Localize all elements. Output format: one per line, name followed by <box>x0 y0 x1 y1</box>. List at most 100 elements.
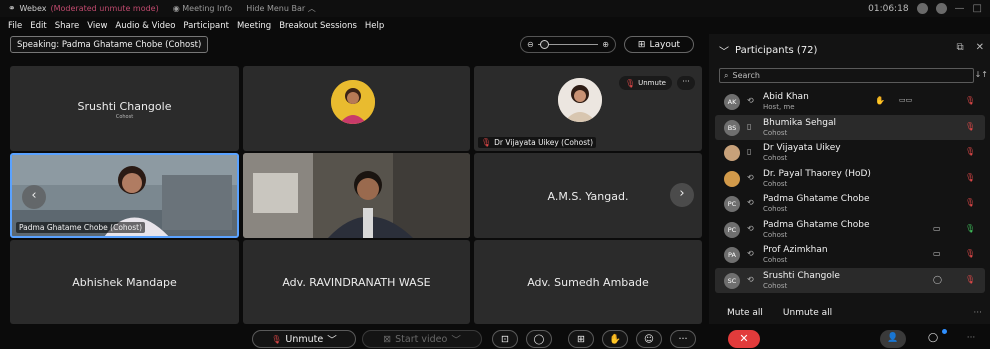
search-placeholder: Search <box>732 71 760 80</box>
video-tile-active-speaker[interactable]: ‹ Padma Ghatame Chobe (Cohost) <box>10 153 239 238</box>
participant-role: Cohost <box>763 281 788 290</box>
participant-role: Cohost <box>763 256 788 264</box>
maximize-button[interactable]: □ <box>973 3 982 14</box>
participant-name: Abid Khan <box>763 92 809 102</box>
minimize-button[interactable]: — <box>955 3 965 14</box>
video-tile[interactable]: Adv. Sumedh Ambade <box>474 240 702 324</box>
zoom-out-icon[interactable]: ⊖ <box>527 40 534 49</box>
prev-page-button[interactable]: ‹ <box>22 185 46 209</box>
participant-search-input[interactable]: ⌕ Search <box>719 68 974 83</box>
participants-button[interactable]: 👤 <box>880 330 906 348</box>
more-options-button[interactable]: ··· <box>677 76 695 90</box>
camera-icon: ▭ <box>933 223 941 233</box>
panel-header-icons: ⧉ ✕ <box>956 42 984 53</box>
participant-row[interactable]: AK ⟲ Abid Khan Host, me ✋ ▭▭ 🎙 <box>715 89 985 115</box>
video-tile[interactable]: Adv. RAVINDRANATH WASE <box>243 240 470 324</box>
participant-row[interactable]: ⟲ Dr. Payal Thaorey (HoD) Cohost 🎙 <box>715 166 985 192</box>
participant-role: Cohost <box>763 205 788 213</box>
avatar: PC <box>724 196 740 212</box>
participants-title: Participants (72) <box>735 45 818 56</box>
raise-hand-button[interactable]: ✋ <box>602 330 628 348</box>
avatar <box>724 145 740 161</box>
mic-muted-icon[interactable]: 🎙 <box>965 275 975 284</box>
start-video-label: Start video <box>395 333 448 345</box>
participants-panel: ﹀ Participants (72) ⧉ ✕ ⌕ Search ↓↑ AK ⟲… <box>709 34 990 324</box>
hide-menu-bar-button[interactable]: Hide Menu Bar ︿ <box>246 3 316 14</box>
video-tile[interactable] <box>243 153 470 238</box>
close-icon[interactable]: ✕ <box>976 42 984 53</box>
menu-edit[interactable]: Edit <box>30 21 46 31</box>
layout-label: Layout <box>649 39 681 50</box>
participant-name: Padma Ghatame Chobe <box>763 194 870 204</box>
menu-audio-video[interactable]: Audio & Video <box>115 21 175 31</box>
sync-icon: ⟲ <box>747 274 754 284</box>
participant-row[interactable]: PC ⟲ Padma Ghatame Chobe Cohost 🎙 <box>715 191 985 217</box>
video-tile[interactable] <box>243 66 470 151</box>
participant-row[interactable]: SC ⟲ Srushti Changole Cohost ◯ 🎙 <box>715 267 985 293</box>
mic-muted-icon[interactable]: 🎙 <box>965 198 975 207</box>
start-video-button[interactable]: ⊠ Start video ﹀ <box>362 330 482 348</box>
video-tile[interactable]: A.M.S. Yangad. › <box>474 153 702 238</box>
recording-status-icon[interactable] <box>916 3 928 14</box>
mic-muted-icon[interactable]: 🎙 <box>965 173 975 182</box>
mic-active-icon[interactable]: 🎙 <box>965 224 975 233</box>
participants-header[interactable]: ﹀ Participants (72) <box>719 43 817 58</box>
more-options-icon[interactable]: ··· <box>973 308 982 318</box>
menu-view[interactable]: View <box>87 21 107 31</box>
menu-participant[interactable]: Participant <box>183 21 229 31</box>
unmute-all-button[interactable]: Unmute all <box>783 308 832 318</box>
mic-muted-icon[interactable]: 🎙 <box>965 122 975 131</box>
title-bar-right: 01:06:18 — □ <box>868 0 982 17</box>
video-feed-icon <box>243 153 470 238</box>
unmute-request-badge[interactable]: 🎙 Unmute <box>618 76 672 90</box>
participant-avatar <box>558 78 602 122</box>
phone-icon: ▯ <box>747 121 752 131</box>
menu-file[interactable]: File <box>8 21 22 31</box>
mic-muted-icon[interactable]: 🎙 <box>965 96 975 105</box>
participant-name: A.M.S. Yangad. <box>547 189 629 203</box>
layout-button[interactable]: ⊞ Layout <box>624 36 694 53</box>
video-tile[interactable]: Srushti Changole Cohost <box>10 66 239 151</box>
more-panels-button[interactable]: ··· <box>958 330 984 348</box>
menu-meeting[interactable]: Meeting <box>237 21 271 31</box>
zoom-slider[interactable]: ⊖ ⊕ <box>520 36 616 53</box>
participant-row[interactable]: BS ▯ Bhumika Sehgal Cohost 🎙 <box>715 114 985 140</box>
participant-row[interactable]: PC ⟲ Padma Ghatame Chobe Cohost ▭ 🎙 <box>715 217 985 243</box>
participant-row[interactable]: ▯ Dr Vijayata Uikey Cohost 🎙 <box>715 140 985 166</box>
next-page-button[interactable]: › <box>670 183 694 207</box>
avatar: SC <box>724 272 740 289</box>
menu-share[interactable]: Share <box>55 21 80 31</box>
unmute-button[interactable]: 🎙 Unmute ﹀ <box>252 330 356 348</box>
video-tile[interactable]: 🎙 Unmute ··· 🎙 Dr Vijayata Uikey (Cohost… <box>474 66 702 151</box>
apps-button[interactable]: ⊞ <box>568 330 594 348</box>
participant-avatar <box>331 80 375 124</box>
meeting-info-button[interactable]: ◉ Meeting Info <box>173 4 232 13</box>
record-button[interactable]: ◯ <box>526 330 552 348</box>
zoom-in-icon[interactable]: ⊕ <box>602 40 609 49</box>
zoom-knob[interactable] <box>539 40 549 49</box>
zoom-track[interactable] <box>537 40 599 49</box>
mic-muted-icon[interactable]: 🎙 <box>965 249 975 258</box>
mute-all-button[interactable]: Mute all <box>727 308 763 318</box>
chevron-down-icon[interactable]: ﹀ <box>719 43 729 58</box>
chevron-down-icon[interactable]: ﹀ <box>327 332 337 346</box>
hand-icon: ✋ <box>875 96 885 105</box>
leave-meeting-button[interactable]: ✕ <box>728 330 760 348</box>
network-status-icon[interactable] <box>935 3 947 14</box>
sort-icon[interactable]: ↓↑ <box>975 70 988 79</box>
mic-muted-icon[interactable]: 🎙 <box>965 147 975 156</box>
grid-icon: ⊞ <box>637 39 646 50</box>
video-tile[interactable]: Abhishek Mandape <box>10 240 239 324</box>
share-button[interactable]: ⊡ <box>492 330 518 348</box>
person-icon: 👤 <box>887 333 899 343</box>
menu-help[interactable]: Help <box>365 21 384 31</box>
participant-row[interactable]: PA ⟲ Prof Azimkhan Cohost ▭ 🎙 <box>715 242 985 268</box>
avatar: PC <box>724 221 740 238</box>
chevron-down-icon[interactable]: ﹀ <box>451 332 461 346</box>
search-icon: ⌕ <box>724 70 729 80</box>
avatar-photo-icon <box>558 78 602 122</box>
popout-icon[interactable]: ⧉ <box>956 42 963 53</box>
menu-breakout-sessions[interactable]: Breakout Sessions <box>279 21 357 31</box>
more-options-button[interactable]: ··· <box>670 330 696 348</box>
reactions-button[interactable]: ☺ <box>636 330 662 348</box>
